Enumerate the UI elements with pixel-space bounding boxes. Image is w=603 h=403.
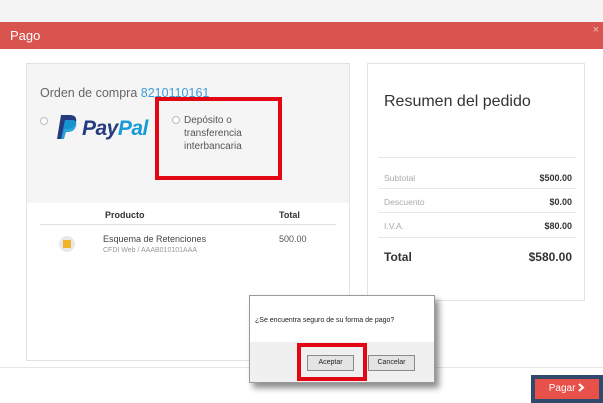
product-subtitle: CFDI Web / AAAB010101AAA	[103, 247, 198, 254]
summary-divider	[378, 157, 576, 158]
order-summary-panel: Resumen del pedido Subtotal $500.00 Desc…	[367, 63, 585, 301]
product-box-icon	[59, 236, 75, 252]
deposit-highlight-box	[155, 97, 282, 180]
paypal-option[interactable]: PayPal	[56, 114, 156, 142]
confirm-message: ¿Se encuentra seguro de su forma de pago…	[255, 317, 395, 324]
total-label: Total	[384, 250, 412, 264]
subtotal-label: Subtotal	[384, 173, 416, 183]
product-column-header: Producto	[105, 210, 145, 220]
chevron-right-icon	[578, 383, 585, 392]
tax-label: I.V.A.	[384, 221, 405, 231]
modal-title: Pago	[10, 28, 41, 43]
pay-button-highlight: Pagar	[531, 375, 603, 403]
accept-highlight-box	[297, 343, 367, 381]
tax-value: $80.00	[544, 221, 572, 231]
subtotal-value: $500.00	[539, 173, 572, 183]
discount-label: Descuento	[384, 197, 425, 207]
paypal-logo-icon	[57, 115, 77, 139]
summary-divider	[378, 237, 576, 238]
page-top-strip	[0, 0, 603, 22]
confirm-dialog-body: ¿Se encuentra seguro de su forma de pago…	[250, 296, 434, 342]
close-icon[interactable]: ×	[593, 24, 599, 36]
cancel-button[interactable]: Cancelar	[368, 355, 415, 371]
summary-divider	[378, 212, 576, 213]
table-divider	[40, 224, 336, 225]
summary-divider	[378, 188, 576, 189]
summary-title: Resumen del pedido	[384, 93, 531, 110]
product-total: 500.00	[279, 234, 307, 244]
pay-button[interactable]: Pagar	[535, 379, 599, 399]
discount-value: $0.00	[549, 197, 572, 207]
total-value: $580.00	[528, 250, 572, 264]
modal-header: Pago ×	[0, 22, 603, 49]
paypal-radio[interactable]	[40, 117, 48, 125]
product-name: Esquema de Retenciones	[103, 234, 207, 244]
total-column-header: Total	[279, 210, 300, 220]
